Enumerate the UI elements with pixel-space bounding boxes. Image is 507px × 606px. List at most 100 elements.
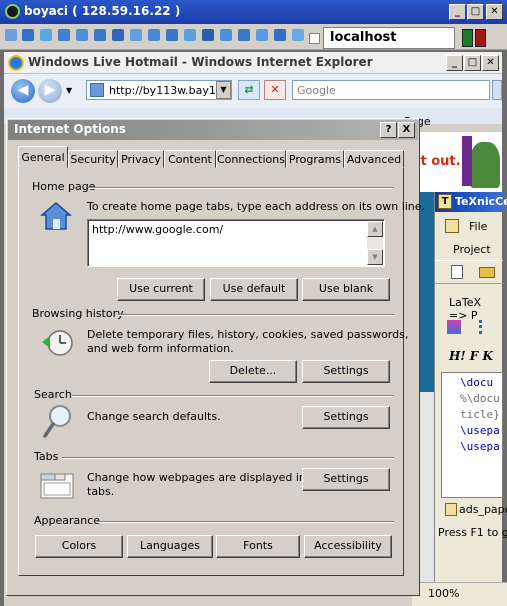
address-bar[interactable]: http://by113w.bay113 xyxy=(86,80,232,100)
ie-logo-icon xyxy=(8,55,24,71)
new-file-icon[interactable] xyxy=(451,265,463,279)
toolbar-icon[interactable] xyxy=(202,29,214,41)
indicator-green-icon xyxy=(462,29,473,47)
languages-button[interactable]: Languages xyxy=(127,535,213,558)
vnc-window-title: boyaci ( 128.59.16.22 ) xyxy=(24,4,181,18)
host-field[interactable]: localhost xyxy=(323,27,455,49)
list-icon[interactable] xyxy=(479,320,493,334)
toolbar-icon[interactable] xyxy=(184,29,196,41)
home-page-scrollbar[interactable]: ▲ ▼ xyxy=(367,221,383,265)
promo-text: it out. xyxy=(416,154,461,169)
ie-status-bar: 100% xyxy=(412,582,507,606)
search-settings-button[interactable]: Settings xyxy=(302,406,390,429)
forward-arrow-icon[interactable]: ▶ xyxy=(38,79,62,103)
tabs-description-line2: tabs. xyxy=(87,485,115,498)
code-editor[interactable]: \docu %\docu ticle} \usepa \usepa xyxy=(441,372,503,498)
toolbar-icon[interactable] xyxy=(130,29,142,41)
delete-history-button[interactable]: Delete... xyxy=(209,360,297,383)
house-icon xyxy=(39,200,73,232)
tabs-description-line1: Change how webpages are displayed in xyxy=(87,471,306,484)
history-description-line1: Delete temporary files, history, cookies… xyxy=(87,328,409,341)
stop-icon[interactable]: ✕ xyxy=(264,80,286,100)
history-settings-button[interactable]: Settings xyxy=(302,360,390,383)
toolbar-icon[interactable] xyxy=(58,29,70,41)
maximize-button[interactable]: □ xyxy=(467,4,484,20)
ie-minimize-button[interactable]: _ xyxy=(446,55,463,71)
tab-content[interactable]: Content xyxy=(164,150,216,168)
back-arrow-icon[interactable]: ◀ xyxy=(11,79,35,103)
dialog-title: Internet Options xyxy=(14,122,126,136)
search-button-edge[interactable] xyxy=(492,80,502,100)
accessibility-button[interactable]: Accessibility xyxy=(304,535,392,558)
structure-icon[interactable] xyxy=(447,320,461,334)
code-line: \usepa xyxy=(460,440,500,453)
ie-close-button[interactable]: ✕ xyxy=(482,55,499,71)
toolbar-icon[interactable] xyxy=(256,29,268,41)
tab-advanced[interactable]: Advanced xyxy=(344,150,404,168)
dialog-close-button[interactable]: X xyxy=(398,122,415,138)
tab-programs[interactable]: Programs xyxy=(286,150,344,168)
scroll-up-icon[interactable]: ▲ xyxy=(367,221,383,237)
latex-profile-select[interactable]: LaTeX => P xyxy=(449,296,502,322)
use-blank-button[interactable]: Use blank xyxy=(302,278,390,301)
texnic-menu-project[interactable]: Project xyxy=(453,243,491,256)
toolbar-icon[interactable] xyxy=(40,29,52,41)
address-dropdown-icon[interactable]: ▼ xyxy=(216,81,231,99)
toolbar-icon[interactable] xyxy=(292,29,304,41)
code-line: \docu xyxy=(460,376,494,389)
section-divider xyxy=(98,521,394,523)
help-button[interactable]: ? xyxy=(380,122,397,138)
home-page-textarea[interactable]: http://www.google.com/ xyxy=(87,219,385,267)
search-description: Change search defaults. xyxy=(87,410,221,423)
search-heading: Search xyxy=(34,388,72,401)
tabs-settings-button[interactable]: Settings xyxy=(302,468,390,491)
use-default-button[interactable]: Use default xyxy=(210,278,298,301)
toolbar-icon[interactable] xyxy=(148,29,160,41)
texnic-title-bar: T TeXnicCe xyxy=(435,192,507,212)
webpage-content: it out. xyxy=(412,132,502,192)
search-input[interactable]: Google xyxy=(292,80,490,100)
code-line: \usepa xyxy=(460,424,500,437)
zoom-level[interactable]: 100% xyxy=(428,587,459,600)
history-clock-icon xyxy=(40,328,74,358)
refresh-icon[interactable]: ⇄ xyxy=(238,80,260,100)
scroll-down-icon[interactable]: ▼ xyxy=(367,249,383,265)
texnic-logo-icon: T xyxy=(438,194,452,209)
toolbar-icon[interactable] xyxy=(166,29,178,41)
ie-maximize-button[interactable]: □ xyxy=(464,55,481,71)
tabs-heading: Tabs xyxy=(34,450,59,463)
vnc-app-icon xyxy=(5,4,20,19)
vnc-title-bar: boyaci ( 128.59.16.22 ) _ □ ✕ xyxy=(0,0,507,24)
toolbar-icon[interactable] xyxy=(76,29,88,41)
use-current-button[interactable]: Use current xyxy=(117,278,205,301)
toolbar-icon[interactable] xyxy=(94,29,106,41)
minimize-button[interactable]: _ xyxy=(449,4,466,20)
tab-privacy[interactable]: Privacy xyxy=(118,150,164,168)
texnic-menu-file[interactable]: File xyxy=(469,220,487,233)
tab-security[interactable]: Security xyxy=(68,150,118,168)
history-description-line2: and web form information. xyxy=(87,342,234,355)
toolbar-icon[interactable] xyxy=(274,29,286,41)
browsing-history-heading: Browsing history xyxy=(32,307,124,320)
format-toolbar: H! F K xyxy=(449,349,493,363)
toolbar-icon[interactable] xyxy=(238,29,250,41)
tabs-window-icon xyxy=(40,470,74,500)
section-divider xyxy=(62,457,394,459)
toolbar-icon[interactable] xyxy=(220,29,232,41)
colors-button[interactable]: Colors xyxy=(35,535,123,558)
mascot-image xyxy=(470,142,500,188)
toolbar-icon[interactable] xyxy=(112,29,124,41)
editor-tab[interactable]: ads_pape xyxy=(459,503,507,516)
indicator-red-icon xyxy=(475,29,486,47)
tab-general[interactable]: General xyxy=(18,146,68,168)
toolbar-icon[interactable] xyxy=(5,29,17,41)
page-icon xyxy=(90,83,104,97)
toolbar-icon[interactable] xyxy=(22,29,34,41)
history-dropdown-icon[interactable]: ▼ xyxy=(66,86,72,95)
open-folder-icon[interactable] xyxy=(479,267,495,278)
close-button[interactable]: ✕ xyxy=(486,4,503,20)
fonts-button[interactable]: Fonts xyxy=(216,535,300,558)
host-checkbox[interactable] xyxy=(309,33,320,44)
appearance-heading: Appearance xyxy=(34,514,101,527)
tab-connections[interactable]: Connections xyxy=(216,150,286,168)
